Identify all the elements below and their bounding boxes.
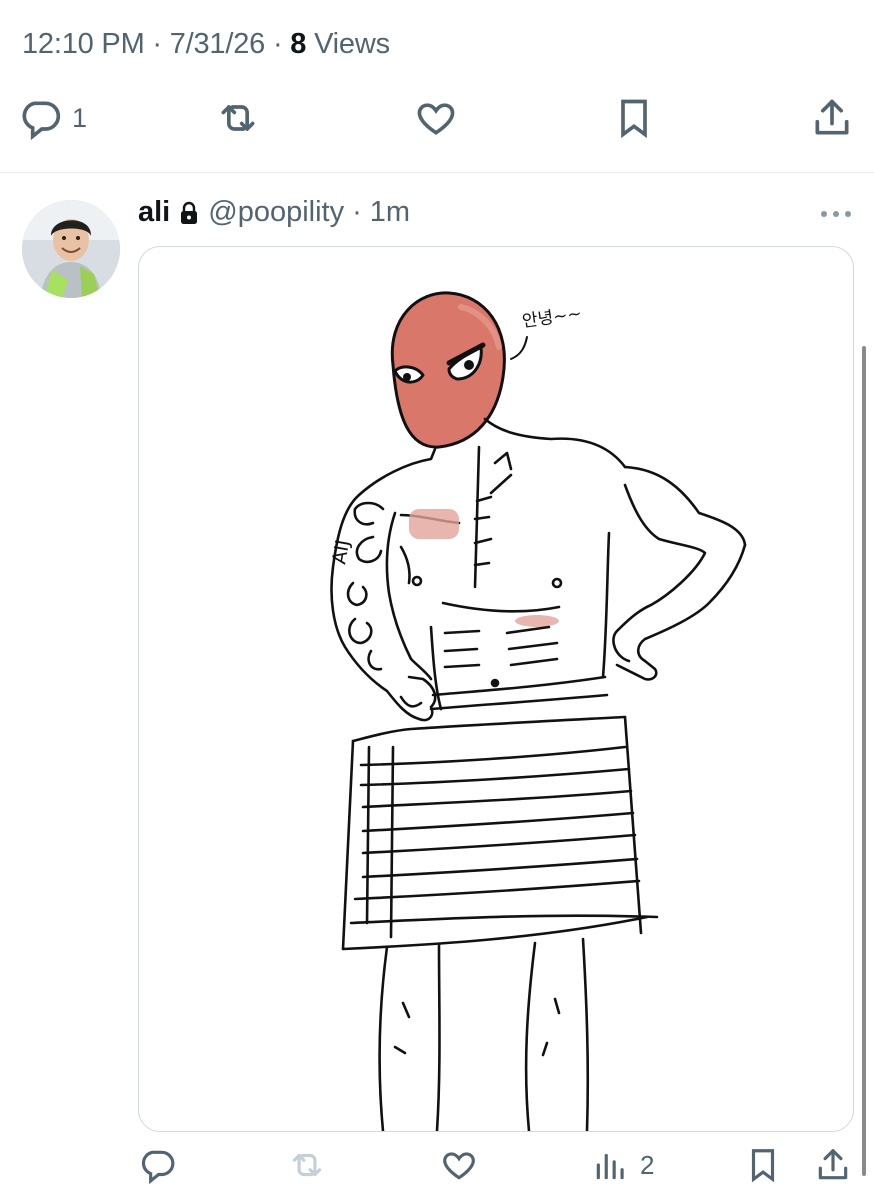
attached-image[interactable]: 안녕~~ AIJ	[138, 246, 854, 1132]
share-icon	[815, 99, 849, 135]
scrollbar[interactable]	[862, 346, 866, 1176]
tattoo-text: AIJ	[328, 538, 354, 566]
views-count: 8	[290, 28, 307, 60]
reply-retweet-button[interactable]	[288, 1146, 326, 1184]
like-button[interactable]	[414, 96, 458, 140]
drawing: 안녕~~ AIJ	[328, 291, 747, 1131]
reply-share-button[interactable]	[814, 1146, 852, 1184]
tweet-meta: 12:10 PM · 7/31/26 · 8 Views	[22, 28, 390, 60]
tweet-action-bar: 1	[0, 96, 874, 156]
user-handle[interactable]: @poopility	[208, 196, 344, 229]
tweet-time: 12:10 PM	[22, 28, 145, 60]
retweet-icon	[221, 105, 255, 131]
bookmark-icon	[621, 99, 647, 139]
reply-icon	[141, 1150, 175, 1184]
views-label: Views	[314, 28, 390, 60]
reply-like-button[interactable]	[440, 1146, 478, 1184]
reply-reply-button[interactable]	[138, 1146, 176, 1184]
analytics-icon	[596, 1153, 624, 1180]
more-icon[interactable]	[818, 202, 854, 226]
reply-views-button[interactable]: 2	[592, 1146, 654, 1184]
tweet-date[interactable]: 7/31/26	[170, 28, 266, 60]
reply-bookmark-button[interactable]	[744, 1146, 782, 1184]
bookmark-icon	[751, 1149, 775, 1183]
reply-button[interactable]: 1	[18, 96, 87, 140]
heart-icon	[443, 1152, 475, 1180]
display-name[interactable]: ali	[138, 196, 170, 229]
reply-icon	[22, 101, 61, 140]
reply-views-count: 2	[640, 1149, 655, 1180]
reply-count: 1	[72, 102, 88, 133]
bookmark-button[interactable]	[612, 96, 656, 140]
reply-header: ali @poopility · 1m	[138, 196, 411, 229]
lock-icon	[181, 201, 198, 224]
retweet-icon	[292, 1153, 322, 1177]
heart-icon	[417, 103, 455, 135]
divider	[0, 172, 874, 173]
share-icon	[818, 1149, 848, 1180]
reply-age[interactable]: 1m	[370, 196, 410, 229]
share-button[interactable]	[810, 96, 854, 140]
retweet-button[interactable]	[216, 96, 260, 140]
speech-text: 안녕~~	[521, 304, 583, 332]
reply-action-bar: 2	[0, 1146, 874, 1192]
avatar[interactable]	[22, 200, 120, 298]
